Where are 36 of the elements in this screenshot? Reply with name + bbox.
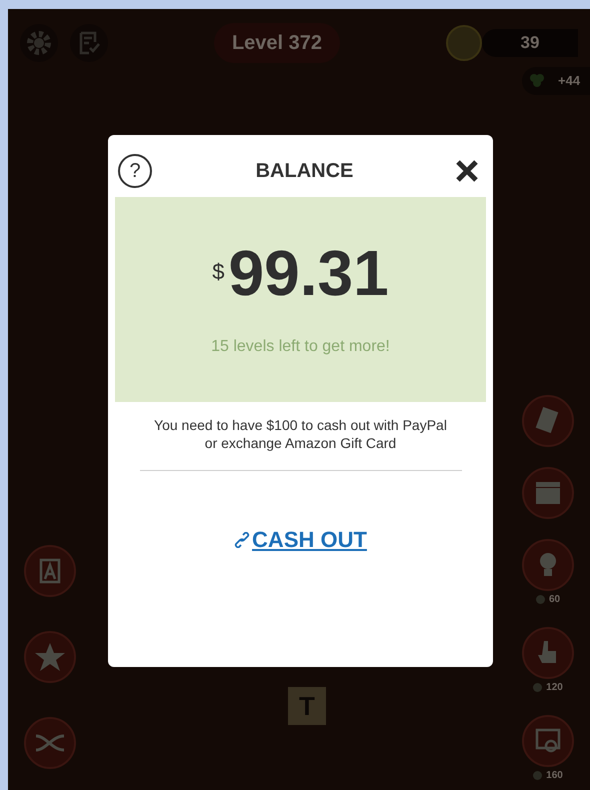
tool-button[interactable] <box>24 717 76 769</box>
tool-button[interactable] <box>522 715 574 767</box>
tool-cost: 120 <box>546 680 563 694</box>
coin-count: 39 <box>482 29 578 57</box>
tool-button[interactable] <box>522 467 574 519</box>
tool-button[interactable] <box>24 631 76 683</box>
coin-icon <box>536 594 545 604</box>
tool-cost: 160 <box>546 768 563 782</box>
settings-icon <box>26 30 52 56</box>
letter-card-icon <box>38 557 62 585</box>
tool-button[interactable] <box>522 539 574 591</box>
coin-icon <box>533 770 542 780</box>
checklist-icon <box>78 31 100 55</box>
link-icon <box>234 532 250 548</box>
task-list-button[interactable] <box>70 24 108 62</box>
coin-icon <box>446 25 482 61</box>
lightbulb-icon <box>537 551 559 579</box>
tool-cost: 60 <box>548 592 560 606</box>
shuffle-icon <box>34 732 66 754</box>
level-label: Level 372 <box>214 23 340 63</box>
balance-amount: $99.31 <box>212 240 389 304</box>
close-icon <box>455 158 479 182</box>
bonus-count: +44 <box>558 72 580 90</box>
help-button[interactable]: ? <box>118 154 152 188</box>
settings-button[interactable] <box>20 24 58 62</box>
cards-icon <box>535 407 561 435</box>
dialog-title: BALANCE <box>256 158 354 184</box>
tool-button[interactable] <box>522 627 574 679</box>
star-icon <box>34 641 66 673</box>
coin-icon <box>533 682 542 692</box>
clover-icon <box>530 73 544 89</box>
tool-button[interactable] <box>24 545 76 597</box>
tool-button[interactable] <box>522 395 574 447</box>
cash-out-info: You need to have $100 to cash out with PayPal or exchange Amazon Gift Card <box>153 416 448 452</box>
cash-out-link[interactable]: CASH OUT <box>234 523 367 556</box>
levels-left-note: 15 levels left to get more! <box>211 336 390 356</box>
